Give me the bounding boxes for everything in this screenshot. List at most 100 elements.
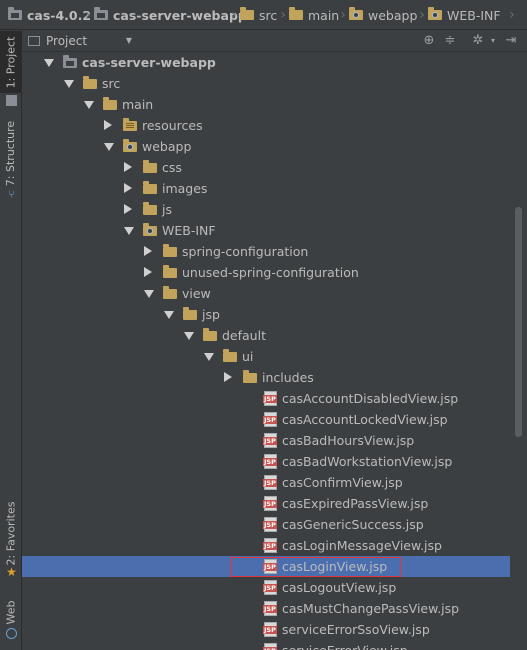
tree-folder-row[interactable]: unused-spring-configuration <box>22 262 510 283</box>
gear-icon[interactable]: ✲ <box>471 34 485 48</box>
expand-arrow-open-icon[interactable] <box>44 59 54 67</box>
expand-arrow-open-icon[interactable] <box>184 332 194 340</box>
tree-file-row[interactable]: casExpiredPassView.jsp <box>22 493 510 514</box>
module-folder-icon <box>63 55 77 68</box>
folder-icon <box>183 307 197 320</box>
breadcrumb-label: cas-4.0.2 <box>27 7 92 23</box>
tree-file-row[interactable]: casGenericSuccess.jsp <box>22 514 510 535</box>
tree-item-label: unused-spring-configuration <box>182 265 359 280</box>
tab-project-label: 1: Project <box>4 36 18 88</box>
tab-structure[interactable]: 7: Structure <box>0 119 22 187</box>
expand-arrow-closed-icon[interactable] <box>124 204 132 214</box>
tree-item-label: resources <box>142 118 203 133</box>
breadcrumb-label: src <box>259 7 278 23</box>
target-icon[interactable]: ⊕ <box>422 34 436 48</box>
tree-item-label: casLoginMessageView.jsp <box>282 538 442 553</box>
tree-file-row[interactable]: casBadWorkstationView.jsp <box>22 451 510 472</box>
tree-folder-row[interactable]: spring-configuration <box>22 241 510 262</box>
tree-file-row[interactable]: casBadHoursView.jsp <box>22 430 510 451</box>
hide-icon[interactable]: ⇥ <box>504 34 518 48</box>
tree-file-row[interactable]: casConfirmView.jsp <box>22 472 510 493</box>
tab-web[interactable]: Web <box>0 597 22 627</box>
expand-arrow-closed-icon[interactable] <box>144 267 152 277</box>
tree-folder-row[interactable]: jsp <box>22 304 510 325</box>
tree-item-label: src <box>102 76 121 91</box>
tab-favorites[interactable]: 2: Favorites <box>0 499 22 567</box>
structure-icon: ⑂ <box>8 188 15 201</box>
jsp-file-icon <box>263 454 277 469</box>
tree-folder-row[interactable]: WEB-INF <box>22 220 510 241</box>
expand-arrow-open-icon[interactable] <box>64 80 74 88</box>
web-folder-icon <box>143 223 157 236</box>
jsp-file-icon <box>263 391 277 406</box>
chevron-right-icon: › <box>231 7 237 23</box>
folder-icon <box>203 328 217 341</box>
folder-icon <box>163 265 177 278</box>
tree-item-label: casLogoutView.jsp <box>282 580 397 595</box>
tab-web-label: Web <box>4 600 18 624</box>
tree-item-label: ui <box>242 349 254 364</box>
folder-icon <box>83 76 97 89</box>
module-folder-icon <box>8 7 22 20</box>
tree-folder-row[interactable]: webapp <box>22 136 510 157</box>
tree-file-row[interactable]: casLogoutView.jsp <box>22 577 510 598</box>
chevron-right-icon: › <box>419 7 425 23</box>
tree-item-label: main <box>122 97 154 112</box>
collapse-icon[interactable]: ≑ <box>443 34 457 48</box>
expand-arrow-open-icon[interactable] <box>124 227 134 235</box>
tab-project[interactable]: 1: Project <box>0 31 22 93</box>
tree-file-row[interactable]: casLoginView.jsp <box>22 556 510 577</box>
breadcrumb-item-web-inf[interactable]: WEB-INF <box>428 0 501 29</box>
vertical-scrollbar[interactable] <box>510 52 527 650</box>
tree-file-row[interactable]: casMustChangePassView.jsp <box>22 598 510 619</box>
tree-folder-row[interactable]: cas-server-webapp <box>22 52 510 73</box>
tree-folder-row[interactable]: js <box>22 199 510 220</box>
expand-arrow-closed-icon[interactable] <box>104 120 112 130</box>
project-tree[interactable]: cas-server-webapp src main resources webapp c… <box>22 52 510 650</box>
tree-folder-row[interactable]: css <box>22 157 510 178</box>
expand-arrow-open-icon[interactable] <box>84 101 94 109</box>
expand-arrow-open-icon[interactable] <box>164 311 174 319</box>
breadcrumb: cas-4.0.2 › cas-server-webapp › src › ma… <box>0 0 527 30</box>
expand-arrow-closed-icon[interactable] <box>124 162 132 172</box>
breadcrumb-item-webapp[interactable]: webapp <box>349 0 417 29</box>
scrollbar-thumb[interactable] <box>515 207 522 437</box>
folder-icon <box>103 97 117 110</box>
tab-structure-label: 7: Structure <box>4 120 18 186</box>
tree-item-label: images <box>162 181 208 196</box>
tree-file-row[interactable]: casAccountDisabledView.jsp <box>22 388 510 409</box>
expand-arrow-closed-icon[interactable] <box>224 372 232 382</box>
gear-dropdown-icon[interactable]: ▾ <box>486 34 500 48</box>
expand-arrow-open-icon[interactable] <box>204 353 214 361</box>
breadcrumb-item-project[interactable]: cas-4.0.2 <box>8 0 92 29</box>
expand-arrow-closed-icon[interactable] <box>144 246 152 256</box>
folder-icon <box>240 7 254 20</box>
resources-folder-icon <box>123 118 137 131</box>
tree-file-row[interactable]: casAccountLockedView.jsp <box>22 409 510 430</box>
view-selector[interactable]: Project ▼ <box>28 33 132 49</box>
expand-arrow-closed-icon[interactable] <box>124 183 132 193</box>
tree-folder-row[interactable]: images <box>22 178 510 199</box>
breadcrumb-item-main[interactable]: main <box>289 0 339 29</box>
tree-file-row[interactable]: serviceErrorView.jsp <box>22 640 510 650</box>
jsp-file-icon <box>263 622 277 637</box>
tree-folder-row[interactable]: src <box>22 73 510 94</box>
tree-folder-row[interactable]: includes <box>22 367 510 388</box>
folder-icon <box>143 181 157 194</box>
tree-file-row[interactable]: serviceErrorSsoView.jsp <box>22 619 510 640</box>
folder-icon <box>223 349 237 362</box>
tree-folder-row[interactable]: ui <box>22 346 510 367</box>
breadcrumb-item-src[interactable]: src <box>240 0 278 29</box>
tree-folder-row[interactable]: view <box>22 283 510 304</box>
tree-folder-row[interactable]: resources <box>22 115 510 136</box>
tree-folder-row[interactable]: main <box>22 94 510 115</box>
breadcrumb-label: cas-server-webapp <box>113 7 247 23</box>
breadcrumb-item-module[interactable]: cas-server-webapp <box>94 0 247 29</box>
chevron-right-icon: › <box>340 7 346 23</box>
tree-item-label: casExpiredPassView.jsp <box>282 496 429 511</box>
expand-arrow-open-icon[interactable] <box>144 290 154 298</box>
expand-arrow-open-icon[interactable] <box>104 143 114 151</box>
tree-file-row[interactable]: casLoginMessageView.jsp <box>22 535 510 556</box>
jsp-file-icon <box>263 643 277 650</box>
tree-folder-row[interactable]: default <box>22 325 510 346</box>
